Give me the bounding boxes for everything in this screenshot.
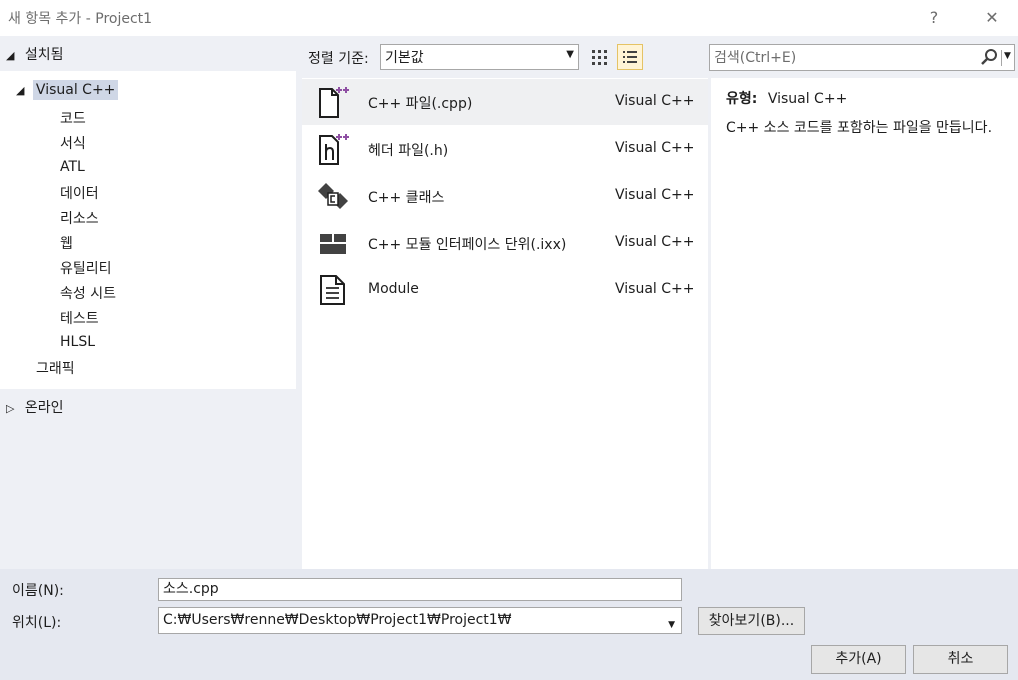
details-type-value: Visual C++ xyxy=(767,91,848,107)
tree-node-format[interactable]: 서식 xyxy=(60,133,86,153)
name-label: 이름(N): xyxy=(12,583,64,599)
template-type: Visual C++ xyxy=(615,281,695,297)
collapsed-arrow-icon: ▷ xyxy=(6,402,15,415)
tree-node-data[interactable]: 데이터 xyxy=(60,183,99,203)
cancel-button[interactable]: 취소 xyxy=(913,645,1008,674)
tree-node-online-label: 온라인 xyxy=(24,400,64,416)
sort-label: 정렬 기준: xyxy=(308,51,369,67)
tree-node-hlsl[interactable]: HLSL xyxy=(60,334,95,350)
tree-node-online[interactable]: ▷ 온라인 xyxy=(6,397,64,417)
tree-node-utility[interactable]: 유틸리티 xyxy=(60,258,112,278)
template-item-module-interface[interactable]: C++ 모듈 인터페이스 단위(.ixx) Visual C++ xyxy=(302,220,708,266)
installed-label: 설치됨 xyxy=(24,47,64,63)
details-type-row: 유형: Visual C++ xyxy=(726,88,847,108)
template-name: C++ 파일(.cpp) xyxy=(368,96,473,112)
title-bar xyxy=(0,0,1018,36)
details-panel xyxy=(711,78,1018,569)
close-button[interactable]: ✕ xyxy=(978,6,1006,30)
template-type: Visual C++ xyxy=(615,234,695,250)
module-doc-icon xyxy=(316,273,350,307)
expanded-arrow-icon: ◢ xyxy=(16,84,25,97)
tree-node-web[interactable]: 웹 xyxy=(60,233,73,253)
category-tree xyxy=(0,71,296,389)
tree-node-resources[interactable]: 리소스 xyxy=(60,208,99,228)
search-divider xyxy=(1001,50,1002,66)
window-title: 새 항목 추가 - Project1 xyxy=(8,11,153,27)
template-item-header[interactable]: 헤더 파일(.h) Visual C++ xyxy=(302,126,708,172)
tree-node-atl[interactable]: ATL xyxy=(60,159,85,175)
template-type: Visual C++ xyxy=(615,140,695,156)
template-item-module[interactable]: Module Visual C++ xyxy=(302,267,708,313)
expanded-arrow-icon: ◢ xyxy=(6,49,15,62)
search-options-chevron-icon[interactable]: ▼ xyxy=(1004,51,1011,61)
tree-node-test[interactable]: 테스트 xyxy=(60,308,99,328)
location-label: 위치(L): xyxy=(12,615,62,631)
chevron-down-icon: ▼ xyxy=(566,49,574,60)
template-name: 헤더 파일(.h) xyxy=(368,143,449,159)
chevron-down-icon: ▼ xyxy=(668,620,675,630)
tree-node-property-sheets[interactable]: 속성 시트 xyxy=(60,283,116,303)
location-dropdown[interactable]: C:₩Users₩renne₩Desktop₩Project1₩Project1… xyxy=(158,607,682,634)
tree-node-visual-cpp[interactable]: ◢ Visual C++ xyxy=(16,80,119,100)
class-icon xyxy=(316,179,350,213)
details-type-label: 유형: xyxy=(726,91,758,107)
template-name: Module xyxy=(368,281,419,297)
tree-node-graphics[interactable]: 그래픽 xyxy=(36,358,75,378)
tree-node-visual-cpp-label: Visual C++ xyxy=(32,80,119,100)
cpp-file-icon xyxy=(316,85,350,119)
template-name: C++ 클래스 xyxy=(368,190,445,206)
browse-button[interactable]: 찾아보기(B)... xyxy=(698,607,805,635)
installed-header[interactable]: ◢ 설치됨 xyxy=(6,44,64,64)
tree-node-code[interactable]: 코드 xyxy=(60,108,86,128)
template-type: Visual C++ xyxy=(615,93,695,109)
template-item-class[interactable]: C++ 클래스 Visual C++ xyxy=(302,173,708,219)
grid-view-icon[interactable] xyxy=(588,45,612,69)
location-value: C:₩Users₩renne₩Desktop₩Project1₩Project1… xyxy=(163,612,512,628)
template-type: Visual C++ xyxy=(615,187,695,203)
search-input[interactable]: 검색(Ctrl+E) ▼ xyxy=(709,44,1015,71)
template-item-cpp[interactable]: C++ 파일(.cpp) Visual C++ xyxy=(302,79,708,125)
template-name: C++ 모듈 인터페이스 단위(.ixx) xyxy=(368,237,567,253)
add-button[interactable]: 추가(A) xyxy=(811,645,906,674)
header-file-icon xyxy=(316,132,350,166)
search-placeholder: 검색(Ctrl+E) xyxy=(714,50,797,66)
module-interface-icon xyxy=(316,226,350,260)
details-description: C++ 소스 코드를 포함하는 파일을 만듭니다. xyxy=(726,120,993,136)
sort-dropdown[interactable]: 기본값 ▼ xyxy=(380,44,579,70)
help-button[interactable]: ? xyxy=(920,6,948,30)
name-input[interactable]: 소스.cpp xyxy=(158,578,682,601)
search-icon[interactable] xyxy=(980,48,998,70)
list-view-icon[interactable] xyxy=(617,44,643,70)
sort-dropdown-value: 기본값 xyxy=(385,50,424,66)
